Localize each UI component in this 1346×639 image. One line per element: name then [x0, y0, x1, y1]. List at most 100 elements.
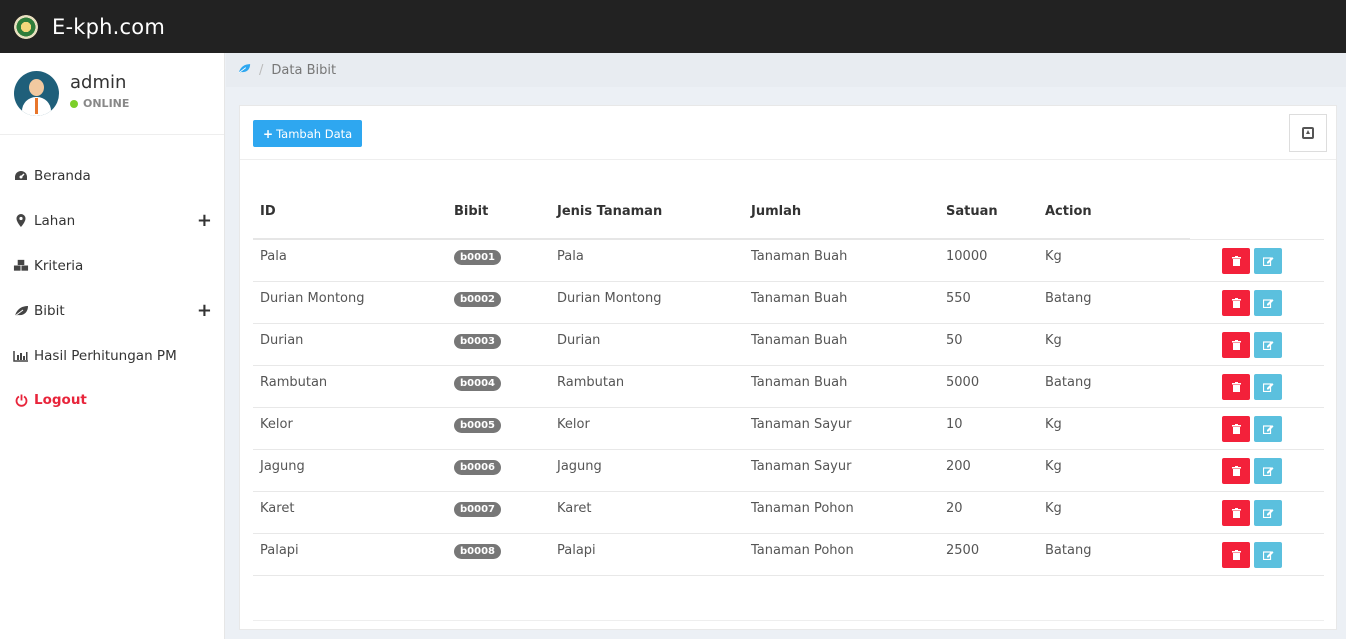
column-header-actions — [1190, 185, 1324, 240]
delete-button[interactable] — [1222, 289, 1250, 316]
collapse-icon — [1302, 127, 1314, 139]
sidebar-item-bibit[interactable]: Bibit + — [0, 288, 225, 333]
edit-icon — [1262, 298, 1273, 308]
bibit-code-badge: b0008 — [454, 543, 501, 559]
cell-jumlah: Tanaman Buah — [744, 323, 939, 366]
table-header-row: ID Bibit Jenis Tanaman Jumlah Satuan Act… — [253, 185, 1324, 240]
edit-icon — [1262, 508, 1273, 518]
cell-action: Batang — [1038, 533, 1190, 576]
cell-jenis: Karet — [550, 491, 744, 534]
edit-icon — [1262, 466, 1273, 476]
delete-button[interactable] — [1222, 247, 1250, 274]
sidebar-item-beranda[interactable]: Beranda — [0, 153, 225, 198]
trash-icon — [1231, 339, 1241, 350]
leaf-icon — [13, 304, 29, 318]
trash-icon — [1231, 297, 1241, 308]
status-label: ONLINE — [83, 97, 130, 110]
sidebar-menu: Beranda Lahan + Kriteria Bibit + Hasil P… — [0, 153, 225, 422]
edit-button[interactable] — [1254, 541, 1282, 568]
edit-icon — [1262, 256, 1273, 266]
table-row: Durian Montong b0002 Durian Montong Tanaman… — [253, 281, 1324, 324]
edit-button[interactable] — [1254, 499, 1282, 526]
plus-icon: + — [263, 126, 274, 141]
collapse-button[interactable] — [1289, 114, 1327, 152]
cell-satuan: 5000 — [939, 365, 1038, 408]
delete-button[interactable] — [1222, 331, 1250, 358]
cell-jumlah: Tanaman Pohon — [744, 491, 939, 534]
leaf-icon[interactable] — [238, 63, 251, 78]
cell-action: Kg — [1038, 239, 1190, 282]
delete-button[interactable] — [1222, 415, 1250, 442]
table-row: Kelor b0005 Kelor Tanaman Sayur 10 Kg — [253, 407, 1324, 450]
dashboard-icon — [13, 169, 29, 183]
power-icon — [13, 393, 29, 407]
brand-title[interactable]: E-kph.com — [52, 15, 165, 39]
cell-jumlah: Tanaman Sayur — [744, 449, 939, 492]
cell-bibit: b0008 — [447, 533, 550, 576]
cell-satuan: 200 — [939, 449, 1038, 492]
sidebar-item-hasil-perhitungan-pm[interactable]: Hasil Perhitungan PM — [0, 333, 225, 378]
edit-button[interactable] — [1254, 289, 1282, 316]
user-panel: admin ONLINE — [0, 53, 224, 135]
trash-icon — [1231, 255, 1241, 266]
sidebar-item-lahan[interactable]: Lahan + — [0, 198, 225, 243]
bibit-table: ID Bibit Jenis Tanaman Jumlah Satuan Act… — [253, 185, 1324, 621]
table-footer-row — [253, 575, 1324, 621]
cell-jenis: Durian — [550, 323, 744, 366]
bibit-code-badge: b0003 — [454, 333, 501, 349]
cell-action: Kg — [1038, 323, 1190, 366]
cell-jenis: Kelor — [550, 407, 744, 450]
logout-label: Logout — [34, 392, 87, 408]
bibit-code-badge: b0004 — [454, 375, 501, 391]
delete-button[interactable] — [1222, 373, 1250, 400]
cell-action: Batang — [1038, 281, 1190, 324]
row-actions — [1190, 323, 1324, 366]
sidebar-item-kriteria[interactable]: Kriteria — [0, 243, 225, 288]
table-row: Jagung b0006 Jagung Tanaman Sayur 200 Kg — [253, 449, 1324, 492]
edit-button[interactable] — [1254, 373, 1282, 400]
expand-plus-icon[interactable]: + — [197, 300, 212, 321]
row-actions — [1190, 533, 1324, 576]
bibit-code-badge: b0005 — [454, 417, 501, 433]
cell-id: Durian Montong — [253, 281, 447, 324]
column-header: Jumlah — [744, 185, 939, 240]
trash-icon — [1231, 423, 1241, 434]
cell-jumlah: Tanaman Sayur — [744, 407, 939, 450]
sidebar-item-label: Hasil Perhitungan PM — [34, 347, 177, 364]
cell-action: Kg — [1038, 407, 1190, 450]
online-dot-icon — [70, 99, 78, 108]
cell-jenis: Rambutan — [550, 365, 744, 408]
cell-jumlah: Tanaman Buah — [744, 239, 939, 282]
table-footer — [253, 575, 1324, 621]
app-logo[interactable] — [14, 14, 38, 39]
cell-id: Durian — [253, 323, 447, 366]
sidebar-item-logout[interactable]: Logout — [0, 378, 225, 422]
edit-button[interactable] — [1254, 415, 1282, 442]
cell-bibit: b0003 — [447, 323, 550, 366]
edit-button[interactable] — [1254, 331, 1282, 358]
column-header: Action — [1038, 185, 1190, 240]
expand-plus-icon[interactable]: + — [197, 210, 212, 231]
bibit-code-badge: b0007 — [454, 501, 501, 517]
avatar — [14, 71, 59, 116]
bar-chart-icon — [13, 349, 29, 363]
delete-button[interactable] — [1222, 499, 1250, 526]
data-card: + Tambah Data ID Bibit Jenis Tanaman Jum… — [239, 105, 1337, 630]
column-header: Bibit — [447, 185, 550, 240]
row-actions — [1190, 365, 1324, 408]
sidebar-item-label: Beranda — [34, 167, 91, 184]
map-marker-icon — [13, 214, 29, 228]
cell-bibit: b0005 — [447, 407, 550, 450]
delete-button[interactable] — [1222, 457, 1250, 484]
add-data-button[interactable]: + Tambah Data — [253, 120, 363, 147]
row-actions — [1190, 407, 1324, 450]
sidebar-item-label: Kriteria — [34, 257, 84, 274]
add-data-label: Tambah Data — [276, 126, 353, 141]
top-navbar: E-kph.com — [0, 0, 1346, 53]
user-name: admin — [70, 72, 127, 93]
edit-button[interactable] — [1254, 247, 1282, 274]
cell-id: Jagung — [253, 449, 447, 492]
edit-button[interactable] — [1254, 457, 1282, 484]
delete-button[interactable] — [1222, 541, 1250, 568]
cell-action: Batang — [1038, 365, 1190, 408]
